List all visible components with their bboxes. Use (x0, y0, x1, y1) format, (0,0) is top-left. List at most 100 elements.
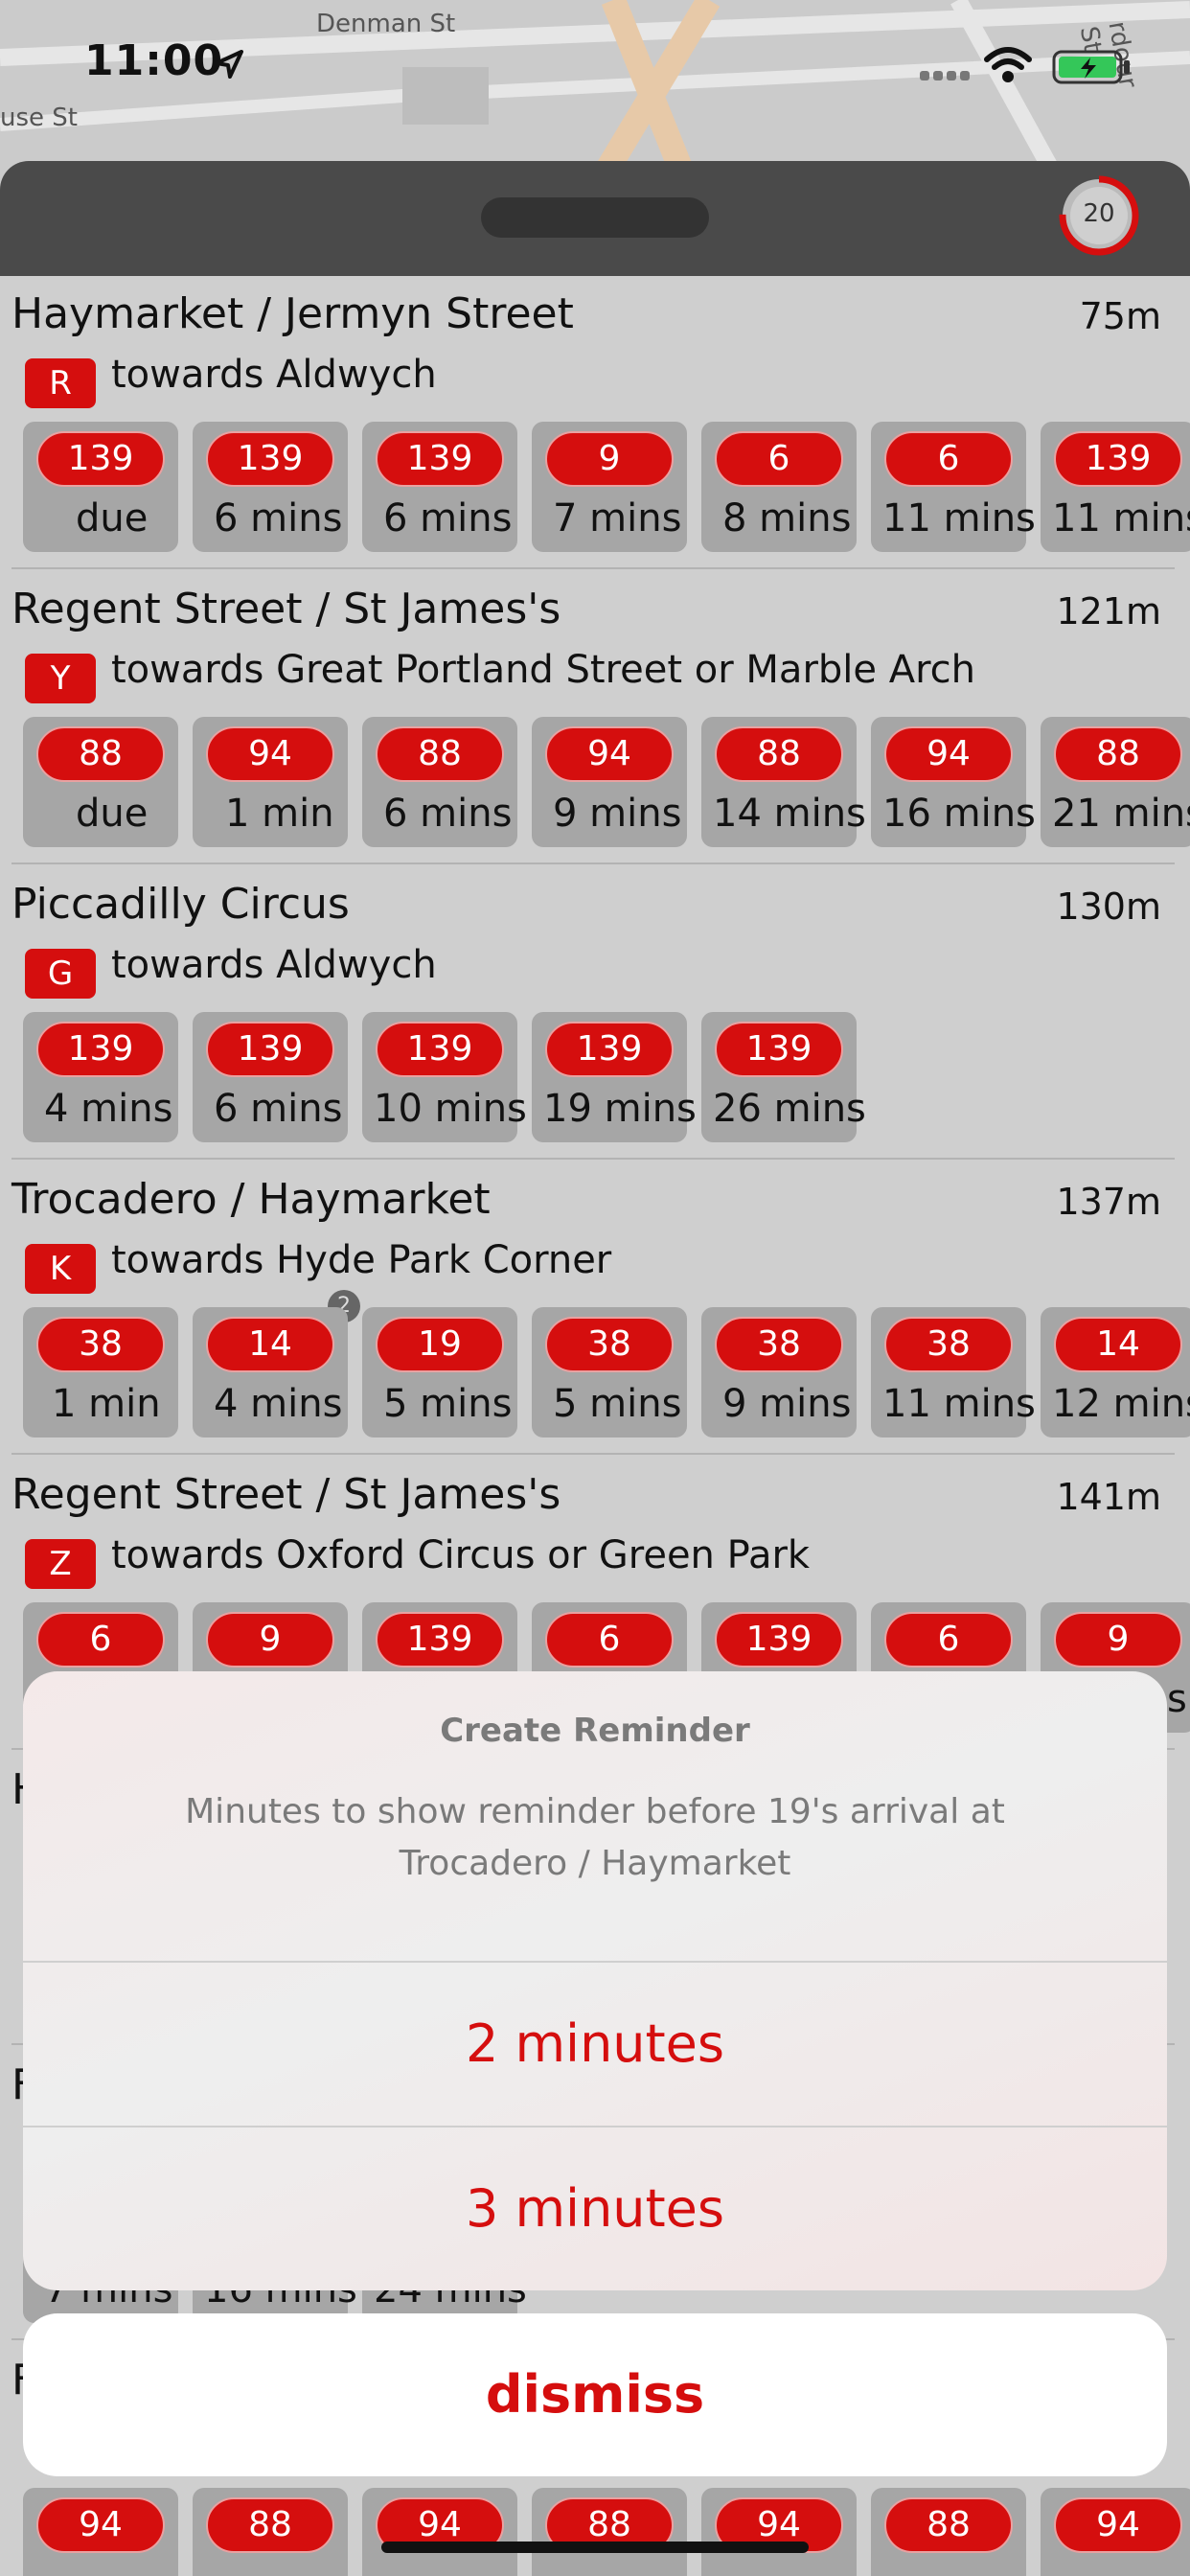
route-pill: 38 (884, 1317, 1013, 1372)
sheet-message: Minutes to show reminder before 19's arr… (185, 1792, 1005, 1883)
arrival-tile[interactable]: 139 11 mins (1041, 422, 1190, 552)
route-pill: 88 (206, 2497, 334, 2553)
arrival-tile[interactable]: 139 10 mins (362, 1012, 527, 1142)
arrival-tile[interactable]: 139 6 mins (193, 422, 348, 552)
arrival-tile[interactable]: 88 14 mins (701, 717, 866, 847)
route-pill: 139 (36, 431, 165, 487)
route-pill: 94 (545, 726, 674, 782)
route-pill: 139 (545, 1022, 674, 1077)
dismiss-button[interactable]: dismiss (23, 2313, 1167, 2476)
stop-name: Trocadero / Haymarket (11, 1175, 491, 1224)
arrival-tile[interactable]: 38 1 min (23, 1307, 178, 1438)
arrival-tile[interactable]: 139 6 mins (362, 422, 517, 552)
arrival-tile[interactable]: 94 (1041, 2488, 1190, 2576)
stop-direction: towards Aldwych (111, 353, 437, 397)
arrival-tile[interactable]: 88 due (23, 717, 178, 847)
arrival-tile[interactable]: 19 5 mins (362, 1307, 517, 1438)
battery-charging-icon (1052, 50, 1130, 84)
arrivals-row[interactable]: 139 4 mins 139 6 mins 139 10 mins 139 19 min… (23, 1012, 1190, 1144)
route-pill: 94 (36, 2497, 165, 2553)
option-2-minutes-button[interactable]: 2 minutes (23, 1961, 1167, 2126)
stop-letter-badge: Z (25, 1539, 96, 1589)
route-pill: 88 (884, 2497, 1013, 2553)
route-pill: 139 (715, 1612, 843, 1668)
stop-direction: towards Oxford Circus or Green Park (111, 1533, 811, 1577)
arrival-tile[interactable]: 94 (701, 2488, 857, 2576)
arrival-eta: 26 mins (713, 1087, 866, 1131)
arrival-tile[interactable]: 139 26 mins (701, 1012, 866, 1142)
arrival-tile[interactable]: 97 mins (532, 422, 687, 552)
route-pill: 88 (715, 726, 843, 782)
row-divider (11, 1453, 1175, 1455)
row-divider (11, 567, 1175, 569)
arrival-eta: 12 mins (1052, 1382, 1190, 1426)
stop-distance: 121m (1056, 590, 1161, 632)
arrival-tile[interactable]: 38 11 mins (871, 1307, 1036, 1438)
arrival-tile[interactable]: 139 19 mins (532, 1012, 697, 1142)
route-pill: 139 (376, 1022, 504, 1077)
stop-direction: towards Great Portland Street or Marble … (111, 648, 975, 692)
stop-row[interactable]: Haymarket / Jermyn Street 75m R towards … (0, 276, 1190, 569)
arrival-tile[interactable]: 94 9 mins (532, 717, 687, 847)
location-arrow-icon (215, 50, 243, 79)
stop-row[interactable]: Regent Street / St James's 121m Y toward… (0, 571, 1190, 864)
home-indicator[interactable] (381, 2542, 809, 2553)
sheet-title: Create Reminder (440, 1712, 750, 1750)
stop-row[interactable]: Trocadero / Haymarket 137m K towards Hyd… (0, 1162, 1190, 1455)
route-pill: 9 (545, 431, 674, 487)
arrival-tile[interactable]: 38 5 mins (532, 1307, 687, 1438)
route-pill: 139 (715, 1022, 843, 1077)
stop-letter-badge: Y (25, 654, 96, 703)
stop-letter-badge: K (25, 1244, 96, 1294)
arrival-eta: 21 mins (1052, 792, 1190, 836)
stop-direction: towards Hyde Park Corner (111, 1238, 612, 1282)
arrival-tile[interactable]: 88 21 mins (1041, 717, 1190, 847)
stop-row[interactable]: Piccadilly Circus 130m G towards Aldwych… (0, 866, 1190, 1160)
arrival-tile[interactable]: 6 11 mins (871, 422, 1036, 552)
arrival-tile[interactable]: 88 6 mins (362, 717, 517, 847)
arrival-tile[interactable]: 14 4 mins (193, 1307, 348, 1438)
stop-name: Regent Street / St James's (11, 1470, 561, 1519)
arrival-tile[interactable]: 38 9 mins (701, 1307, 857, 1438)
arrival-tile[interactable]: 94 1 min (193, 717, 348, 847)
route-pill: 6 (884, 431, 1013, 487)
row-divider (11, 1158, 1175, 1160)
create-reminder-sheet: Create Reminder Minutes to show reminder… (23, 1671, 1167, 2290)
arrival-eta: 11 mins (1052, 496, 1190, 540)
route-pill: 139 (206, 1022, 334, 1077)
arrival-tile[interactable]: 94 (362, 2488, 517, 2576)
stop-letter-badge: G (25, 949, 96, 999)
stop-distance: 130m (1056, 886, 1161, 928)
arrival-tile[interactable]: 139 6 mins (193, 1012, 348, 1142)
arrivals-row[interactable]: 88 due 94 1 min 88 6 mins 94 9 mins 88 14 min… (23, 717, 1190, 849)
arrival-tile[interactable]: 88 (532, 2488, 687, 2576)
route-pill: 14 (206, 1317, 334, 1372)
stop-name: Haymarket / Jermyn Street (11, 289, 574, 338)
route-pill: 94 (1054, 2497, 1182, 2553)
arrivals-row[interactable]: 38 1 min 14 4 mins 19 5 mins 38 5 mins 38 9 m… (23, 1307, 1190, 1439)
wifi-icon (984, 47, 1032, 82)
row-divider (11, 862, 1175, 864)
route-pill: 139 (36, 1022, 165, 1077)
stop-direction: towards Aldwych (111, 943, 437, 987)
route-pill: 38 (36, 1317, 165, 1372)
option-3-minutes-button[interactable]: 3 minutes (23, 2126, 1167, 2290)
stop-distance: 141m (1056, 1476, 1161, 1518)
arrival-eta: s (1167, 1677, 1187, 1721)
arrival-tile[interactable]: 139 4 mins (23, 1012, 178, 1142)
route-pill: 38 (545, 1317, 674, 1372)
arrivals-row[interactable]: 139 due 139 6 mins 139 6 mins 97 mins 68 mi… (23, 422, 1190, 554)
cellular-signal-icon (920, 71, 970, 80)
route-pill: 6 (36, 1612, 165, 1668)
drag-handle[interactable] (481, 197, 709, 238)
arrival-tile[interactable]: 94 16 mins (871, 717, 1036, 847)
stop-name: Piccadilly Circus (11, 880, 350, 929)
arrival-tile[interactable]: 68 mins (701, 422, 857, 552)
route-pill: 88 (1054, 726, 1182, 782)
arrival-tile[interactable]: 88 (193, 2488, 348, 2576)
arrival-tile[interactable]: 139 due (23, 422, 178, 552)
arrival-tile[interactable]: 94 (23, 2488, 178, 2576)
arrival-tile[interactable]: 14 12 mins (1041, 1307, 1190, 1438)
arrivals-row[interactable]: 94 88 94 88 94 88 94 (23, 2488, 1190, 2576)
arrival-tile[interactable]: 88 (871, 2488, 1026, 2576)
